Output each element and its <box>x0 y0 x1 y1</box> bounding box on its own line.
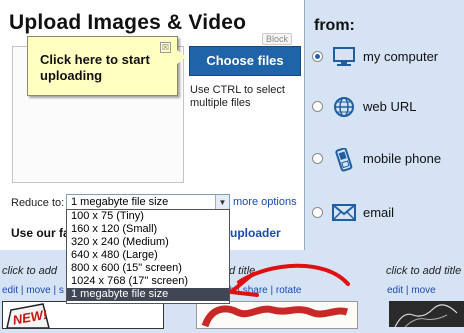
chevron-down-icon[interactable]: ▼ <box>215 195 229 210</box>
reduce-option[interactable]: 100 x 75 (Tiny) <box>67 210 229 223</box>
more-options-link[interactable]: more options <box>233 196 297 208</box>
source-radio-web-url[interactable] <box>312 101 323 112</box>
page-title: Upload Images & Video <box>9 11 247 34</box>
gallery-caption[interactable]: click to add title <box>386 265 461 277</box>
reduce-option[interactable]: 640 x 480 (Large) <box>67 249 229 262</box>
gallery-item-links[interactable]: edit | move | s <box>2 285 64 296</box>
from-label: from: <box>314 17 355 34</box>
use-our-text: Use our fa <box>11 226 70 240</box>
source-label: mobile phone <box>363 151 442 166</box>
source-label: email <box>363 205 395 220</box>
source-email[interactable]: email <box>312 202 462 224</box>
gallery-item-links[interactable]: edit | move <box>387 285 436 296</box>
reduce-size-value: 1 megabyte file size <box>71 196 169 208</box>
gallery-thumbnail[interactable] <box>389 301 464 328</box>
gallery-thumbnail[interactable]: NEW! <box>2 301 164 329</box>
source-radio-my-computer[interactable] <box>312 51 323 62</box>
source-label: my computer <box>363 49 439 64</box>
source-mobile-phone[interactable]: mobile phone <box>312 147 462 172</box>
source-my-computer[interactable]: my computer <box>312 46 462 68</box>
ctrl-hint-text: Use CTRL to select multiple files <box>190 84 285 109</box>
globe-icon <box>332 96 356 118</box>
mobile-phone-icon <box>332 147 356 172</box>
reduce-to-label: Reduce to: <box>11 197 65 209</box>
envelope-icon <box>332 202 356 224</box>
source-radio-email[interactable] <box>312 207 323 218</box>
source-label: web URL <box>363 99 417 114</box>
tooltip-pointer <box>177 50 186 64</box>
tooltip-close-icon[interactable]: ☒ <box>160 42 171 53</box>
source-web-url[interactable]: web URL <box>312 96 462 118</box>
annotation-arrow <box>229 263 350 297</box>
source-radio-mobile-phone[interactable] <box>312 153 323 164</box>
choose-files-button[interactable]: Choose files <box>189 46 301 76</box>
uploader-link[interactable]: uploader <box>230 226 281 240</box>
gallery-caption[interactable]: click to add <box>2 265 57 277</box>
block-tag[interactable]: Block <box>262 33 293 45</box>
reduce-option[interactable]: 800 x 600 (15" screen) <box>67 262 229 275</box>
reduce-option-highlighted[interactable]: 1 megabyte file size <box>67 288 229 301</box>
reduce-size-options-list[interactable]: 100 x 75 (Tiny) 160 x 120 (Small) 320 x … <box>66 209 230 304</box>
tooltip-text: Click here to start uploading <box>40 52 150 83</box>
upload-tooltip[interactable]: Click here to start uploading ☒ <box>27 36 186 96</box>
reduce-option[interactable]: 1024 x 768 (17" screen) <box>67 275 229 288</box>
monitor-icon <box>332 46 356 68</box>
reduce-option[interactable]: 320 x 240 (Medium) <box>67 236 229 249</box>
reduce-option[interactable]: 160 x 120 (Small) <box>67 223 229 236</box>
